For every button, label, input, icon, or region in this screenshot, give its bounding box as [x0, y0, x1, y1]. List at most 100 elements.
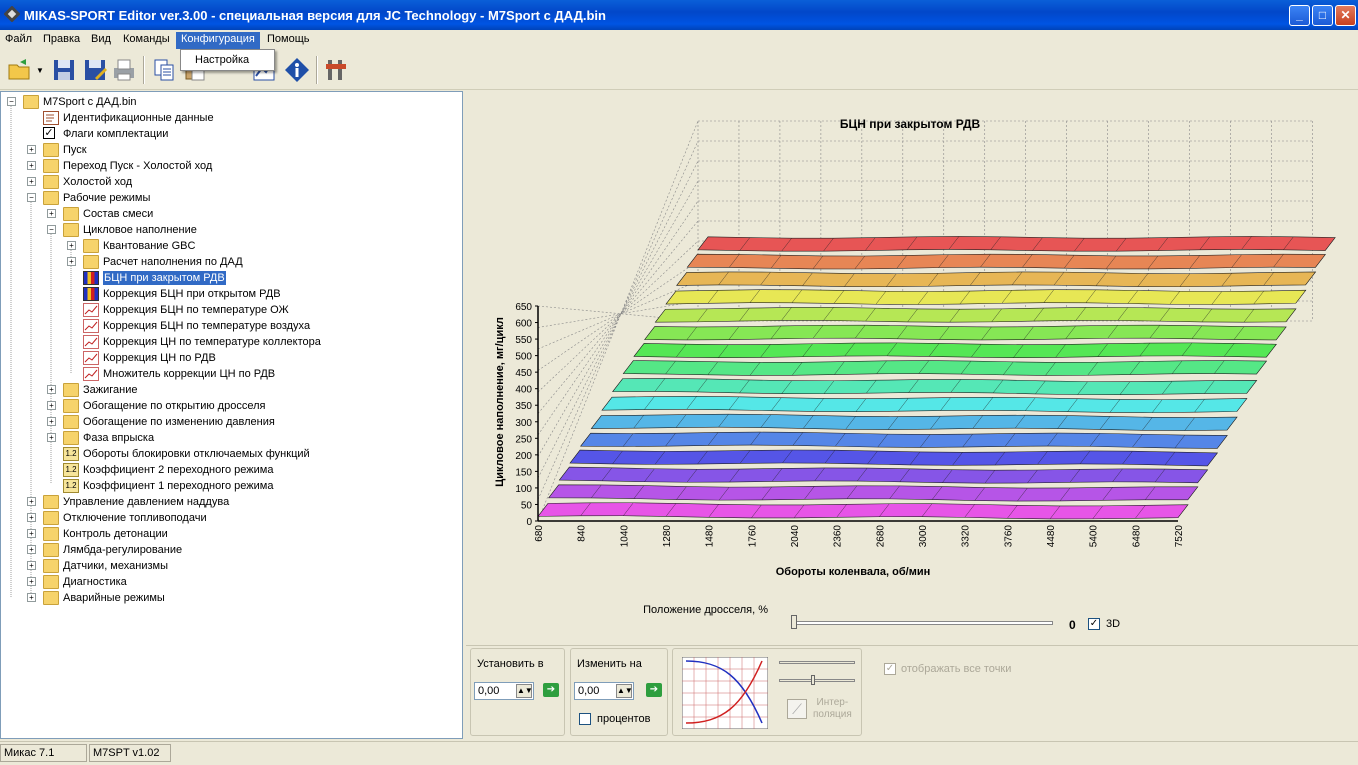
expand-icon[interactable]: + [27, 545, 36, 554]
tree-node[interactable]: + Обогащение по открытию дросселя [1, 398, 461, 414]
tree-node[interactable]: Коррекция ЦН по температуре коллектора [1, 334, 461, 350]
minimize-button[interactable]: _ [1289, 5, 1310, 26]
tree-node[interactable]: + Отключение топливоподачи [1, 510, 461, 526]
expand-icon[interactable]: + [27, 177, 36, 186]
tree-node[interactable]: + Фаза впрыска [1, 430, 461, 446]
menu-configuration[interactable]: Конфигурация [176, 32, 260, 49]
3d-checkbox[interactable]: ✓ [1088, 618, 1100, 630]
expand-icon[interactable]: + [47, 385, 56, 394]
tree-node[interactable]: + Управление давлением наддува [1, 494, 461, 510]
throttle-slider[interactable] [791, 621, 1053, 625]
tree-node[interactable]: + Пуск [1, 142, 461, 158]
maximize-button[interactable]: □ [1312, 5, 1333, 26]
expand-icon[interactable]: + [27, 529, 36, 538]
chevron-down-icon[interactable]: ▼ [36, 66, 44, 75]
menu-view[interactable]: Вид [86, 32, 116, 49]
tree-node[interactable]: Идентификационные данные [1, 110, 461, 126]
open-icon[interactable] [6, 56, 34, 84]
tree-node[interactable]: + Холостой ход [1, 174, 461, 190]
percent-checkbox[interactable] [579, 713, 591, 725]
collapse-icon[interactable]: − [7, 97, 16, 106]
expand-icon[interactable]: + [27, 145, 36, 154]
x-tick-label: 2360 [833, 525, 844, 548]
tree-node[interactable]: БЦН при закрытом РДВ [1, 270, 461, 286]
tree-node[interactable]: Коррекция ЦН по РДВ [1, 350, 461, 366]
collapse-icon[interactable]: − [47, 225, 56, 234]
surface-series [580, 431, 1228, 449]
expand-icon[interactable]: + [27, 161, 36, 170]
tree-node[interactable]: + Состав смеси [1, 206, 461, 222]
tree-node[interactable]: + Обогащение по изменению давления [1, 414, 461, 430]
menu-bar: Файл Правка Вид Команды Конфигурация Пом… [0, 30, 1358, 49]
tree-node[interactable]: ✓ Флаги комплектации [1, 126, 461, 142]
copy-icon[interactable] [150, 56, 178, 84]
set-value: 0,00 [478, 685, 500, 697]
expand-icon[interactable]: + [47, 209, 56, 218]
tree-node[interactable]: − M7Sport с ДАД.bin [1, 94, 461, 110]
menu-item-settings[interactable]: Настройка [195, 54, 249, 66]
checkbox-icon: ✓ [43, 127, 55, 139]
tree-node[interactable]: + Аварийные режимы [1, 590, 461, 606]
tree-node-label: БЦН при закрытом РДВ [103, 271, 226, 285]
folder-icon [43, 575, 59, 589]
change-group: Изменить на 0,00 ▲▼ ➔ процентов [570, 648, 668, 736]
expand-icon[interactable]: + [27, 561, 36, 570]
tree-node[interactable]: Множитель коррекции ЦН по РДВ [1, 366, 461, 382]
close-button[interactable]: ✕ [1335, 5, 1356, 26]
change-value-input[interactable]: 0,00 ▲▼ [574, 682, 634, 700]
interp-wand-icon[interactable]: ⟋ [787, 699, 807, 719]
tree-node[interactable]: 1.2 Обороты блокировки отключаемых функци… [1, 446, 461, 462]
menu-commands[interactable]: Команды [118, 32, 175, 49]
folder-icon [43, 543, 59, 557]
apply-change-button[interactable]: ➔ [646, 683, 662, 697]
spin-icon[interactable]: ▲▼ [516, 684, 533, 698]
interp-slider-thumb[interactable] [811, 675, 815, 685]
tree-node[interactable]: − Рабочие режимы [1, 190, 461, 206]
collapse-icon[interactable]: − [27, 193, 36, 202]
set-value-input[interactable]: 0,00 ▲▼ [474, 682, 534, 700]
expand-icon[interactable]: + [67, 241, 76, 250]
info-icon[interactable] [283, 56, 311, 84]
tree-node[interactable]: + Зажигание [1, 382, 461, 398]
apply-set-button[interactable]: ➔ [543, 683, 559, 697]
tree-node[interactable]: Коррекция БЦН при открытом РДВ [1, 286, 461, 302]
interp-slider-2[interactable] [779, 679, 855, 682]
menu-help[interactable]: Помощь [262, 32, 315, 49]
settings-tree[interactable]: − M7Sport с ДАД.bin Идентификационные данн… [0, 91, 463, 739]
tree-node[interactable]: + Контроль детонации [1, 526, 461, 542]
tree-node[interactable]: 1.2 Коэффициент 2 переходного режима [1, 462, 461, 478]
expand-icon[interactable]: + [47, 417, 56, 426]
y-tick-label: 600 [515, 319, 532, 330]
menu-edit[interactable]: Правка [38, 32, 85, 49]
expand-icon[interactable]: + [27, 593, 36, 602]
tree-node[interactable]: Коррекция БЦН по температуре воздуха [1, 318, 461, 334]
show-all-checkbox[interactable]: ✓ [884, 663, 896, 675]
interp-slider-1[interactable] [779, 661, 855, 664]
tree-node[interactable]: 1.2 Коэффициент 1 переходного режима [1, 478, 461, 494]
save-icon[interactable] [50, 56, 78, 84]
tree-node[interactable]: + Лямбда-регулирование [1, 542, 461, 558]
expand-icon[interactable]: + [47, 401, 56, 410]
tree-node-label: Холостой ход [63, 176, 133, 188]
print-icon[interactable] [110, 56, 138, 84]
tools-icon[interactable] [322, 56, 350, 84]
expand-icon[interactable]: + [27, 577, 36, 586]
expand-icon[interactable]: + [27, 513, 36, 522]
tree-node[interactable]: + Расчет наполнения по ДАД [1, 254, 461, 270]
x-tick-label: 2040 [790, 525, 801, 548]
tree-node[interactable]: − Цикловое наполнение [1, 222, 461, 238]
surface-series [569, 449, 1219, 467]
save-as-icon[interactable] [81, 56, 109, 84]
expand-icon[interactable]: + [47, 433, 56, 442]
tree-node[interactable]: + Датчики, механизмы [1, 558, 461, 574]
throttle-slider-thumb[interactable] [791, 615, 797, 629]
tree-node[interactable]: Коррекция БЦН по температуре ОЖ [1, 302, 461, 318]
tree-node[interactable]: + Переход Пуск - Холостой ход [1, 158, 461, 174]
spin-icon[interactable]: ▲▼ [616, 684, 633, 698]
menu-file[interactable]: Файл [0, 32, 37, 49]
expand-icon[interactable]: + [67, 257, 76, 266]
tree-node[interactable]: + Квантование GBC [1, 238, 461, 254]
chart-2d-icon [83, 303, 99, 317]
expand-icon[interactable]: + [27, 497, 36, 506]
tree-node[interactable]: + Диагностика [1, 574, 461, 590]
